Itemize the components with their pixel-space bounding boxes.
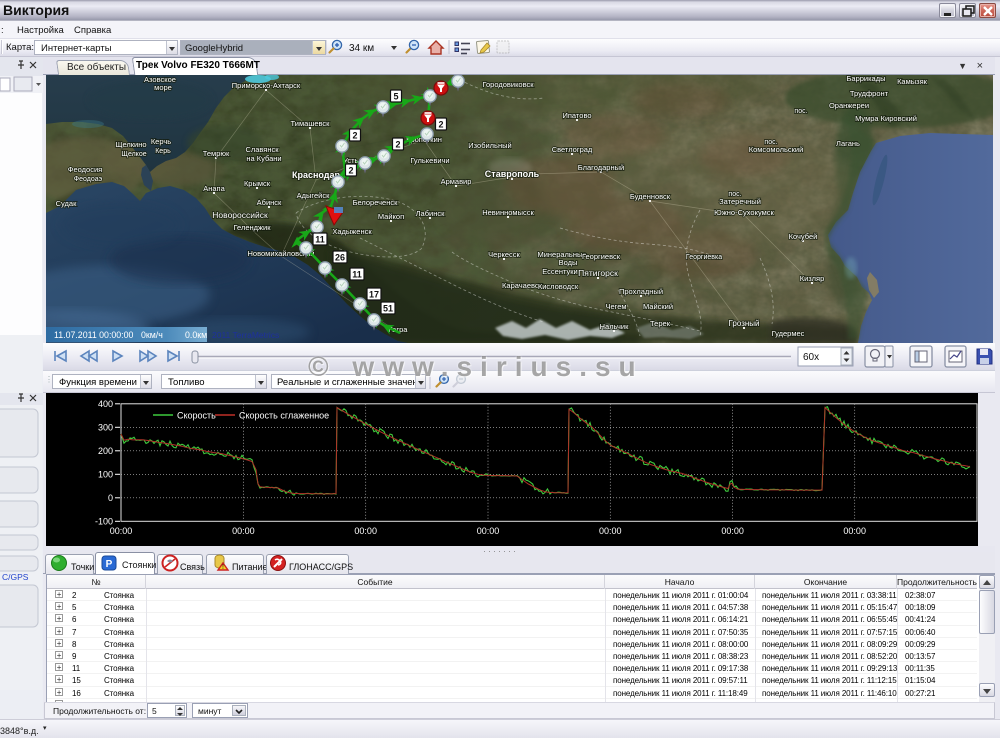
- svg-text:Тимашевск: Тимашевск: [291, 119, 331, 128]
- svg-text:Приморско-Ахтарск: Приморско-Ахтарск: [232, 81, 301, 90]
- svg-text:Георгиевка: Георгиевка: [686, 254, 722, 261]
- svg-text:Лабинск: Лабинск: [416, 209, 445, 218]
- svg-text:17: 17: [369, 290, 379, 300]
- svg-text:P: P: [106, 559, 113, 570]
- svg-text:Прохладный: Прохладный: [619, 287, 663, 296]
- svg-text:Благодарный: Благодарный: [578, 163, 624, 172]
- svg-text:Керчь: Керчь: [151, 137, 171, 146]
- svg-text:00:00: 00:00: [232, 526, 255, 536]
- svg-text:11.07.2011 00:00:00: 11.07.2011 00:00:00: [54, 330, 134, 340]
- svg-text:11: 11: [315, 235, 325, 245]
- svg-text:Славянск: Славянск: [245, 145, 279, 154]
- svg-text:0км/ч: 0км/ч: [141, 330, 163, 340]
- svg-text:Южно-Сухокумск: Южно-Сухокумск: [714, 208, 774, 217]
- svg-text:Карачаевск: Карачаевск: [502, 281, 543, 290]
- svg-text:!: !: [222, 564, 224, 571]
- svg-text:на Кубани: на Кубани: [246, 154, 281, 163]
- svg-text:00:00: 00:00: [599, 526, 622, 536]
- svg-text:Лагань: Лагань: [836, 139, 860, 148]
- svg-text:Георгиевск: Георгиевск: [582, 252, 621, 261]
- svg-text:Кизляр: Кизляр: [800, 274, 825, 283]
- svg-text:Мумра Кировский: Мумра Кировский: [855, 114, 917, 123]
- svg-text:00:00: 00:00: [843, 526, 866, 536]
- svg-text:11: 11: [352, 270, 362, 280]
- svg-text:Темрюк: Темрюк: [203, 149, 230, 158]
- svg-text:0.0км: 0.0км: [185, 330, 207, 340]
- svg-text:Геленджик: Геленджик: [233, 223, 271, 232]
- svg-text:Камызяк: Камызяк: [897, 77, 928, 86]
- svg-text:Черкесск: Черкесск: [488, 250, 520, 259]
- svg-text:5: 5: [393, 92, 398, 102]
- svg-text:Скорость сглаженное: Скорость сглаженное: [239, 411, 329, 421]
- svg-text:34 км: 34 км: [349, 43, 374, 54]
- svg-text:Крымск: Крымск: [244, 179, 271, 188]
- svg-text:300: 300: [98, 422, 113, 432]
- svg-text:Трудфронт: Трудфронт: [850, 89, 889, 98]
- svg-text:Невинномысск: Невинномысск: [482, 208, 534, 217]
- svg-text:Нальчик: Нальчик: [600, 322, 629, 331]
- svg-text:2011 TerraMetrics: 2011 TerraMetrics: [212, 330, 279, 340]
- svg-text:200: 200: [98, 446, 113, 456]
- svg-text:Комсомольский: Комсомольский: [749, 145, 804, 154]
- svg-text:Городовиковск: Городовиковск: [482, 80, 534, 89]
- svg-text:Судак: Судак: [56, 199, 77, 208]
- svg-text:Белореченск: Белореченск: [353, 198, 399, 207]
- svg-text:Затеречный: Затеречный: [719, 197, 761, 206]
- svg-text:Скорость: Скорость: [177, 411, 216, 421]
- svg-text:Терек: Терек: [650, 319, 671, 328]
- svg-text:Адыгейск: Адыгейск: [297, 191, 330, 200]
- svg-text:2: 2: [438, 120, 443, 130]
- svg-text:Ессентуки: Ессентуки: [542, 267, 577, 276]
- svg-text:Ставрополь: Ставрополь: [485, 169, 540, 179]
- svg-text:Баррикады: Баррикады: [846, 75, 885, 83]
- svg-text:Щелкое: Щелкое: [121, 151, 146, 158]
- svg-text:Хадыженск: Хадыженск: [332, 227, 372, 236]
- svg-text:Ипатово: Ипатово: [562, 111, 591, 120]
- svg-text:Воды: Воды: [559, 258, 578, 267]
- svg-text:Гудермес: Гудермес: [772, 329, 805, 338]
- svg-text:00:00: 00:00: [354, 526, 377, 536]
- svg-text:Буденновск: Буденновск: [630, 192, 671, 201]
- svg-text:пос.: пос.: [794, 108, 807, 115]
- svg-text:Майкоп: Майкоп: [378, 212, 404, 221]
- svg-text:2: 2: [352, 131, 357, 141]
- svg-text:Изобильный: Изобильный: [468, 141, 511, 150]
- svg-text:Керь: Керь: [155, 148, 171, 155]
- svg-text:Пятигорск: Пятигорск: [578, 268, 618, 278]
- svg-text:00:00: 00:00: [110, 526, 133, 536]
- svg-text:Майский: Майский: [643, 302, 673, 311]
- svg-text:400: 400: [98, 399, 113, 409]
- svg-text:С/GPS: С/GPS: [2, 572, 29, 582]
- svg-text:0: 0: [108, 493, 113, 503]
- svg-text:Армавир: Армавир: [441, 177, 472, 186]
- svg-text:26: 26: [335, 253, 345, 263]
- svg-text:2: 2: [348, 166, 353, 176]
- svg-text:Новороссийск: Новороссийск: [212, 210, 268, 220]
- svg-text:Кочубей: Кочубей: [789, 232, 818, 241]
- svg-text:Анапа: Анапа: [203, 184, 225, 193]
- svg-text:Феодоаэ: Феодоаэ: [74, 176, 103, 183]
- svg-text:Абинск: Абинск: [257, 198, 282, 207]
- svg-text:Чегем: Чегем: [605, 302, 626, 311]
- svg-text:Грозный: Грозный: [729, 319, 760, 328]
- svg-text:Светлоград: Светлоград: [552, 145, 593, 154]
- svg-text:Феодосия: Феодосия: [68, 165, 102, 174]
- svg-text:2: 2: [395, 140, 400, 150]
- svg-text:Кисловодск: Кисловодск: [538, 282, 579, 291]
- svg-text:Оранжереи: Оранжереи: [829, 101, 869, 110]
- svg-text:00:00: 00:00: [477, 526, 500, 536]
- svg-text:Щелкино: Щелкино: [115, 140, 146, 149]
- svg-text:море: море: [154, 83, 172, 92]
- svg-text:51: 51: [383, 304, 393, 314]
- svg-text:00:00: 00:00: [721, 526, 744, 536]
- svg-text:Гулькевичи: Гулькевичи: [410, 156, 449, 165]
- svg-text:-100: -100: [95, 516, 113, 526]
- svg-text:100: 100: [98, 469, 113, 479]
- svg-text:60x: 60x: [803, 352, 819, 363]
